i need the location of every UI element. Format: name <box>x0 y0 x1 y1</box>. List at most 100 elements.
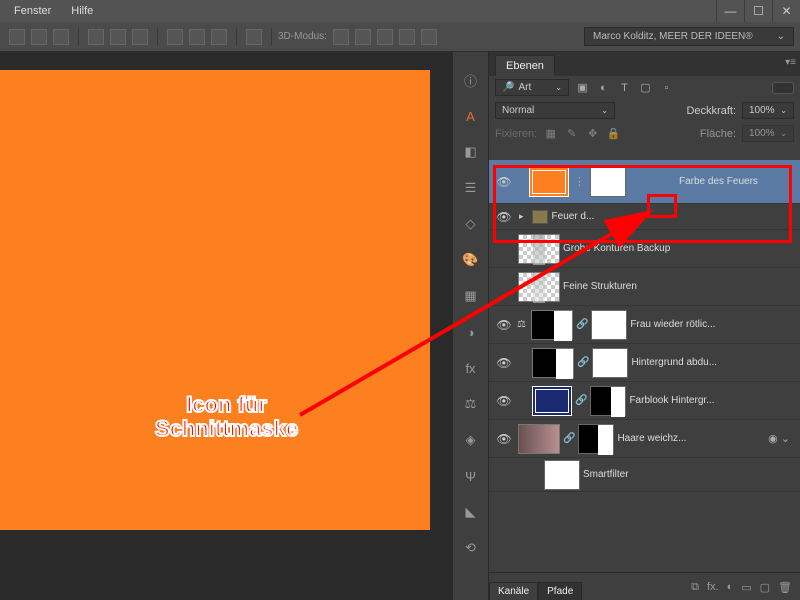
text-icon[interactable]: A <box>461 106 481 126</box>
align-icon[interactable] <box>9 29 25 45</box>
palette-icon[interactable]: 🎨 <box>461 250 481 270</box>
styles-icon[interactable]: fx <box>461 358 481 378</box>
layer-thumb[interactable] <box>518 424 560 454</box>
blend-mode-dropdown[interactable]: Normal⌄ <box>495 102 615 119</box>
workspace-label: Marco Kolditz, MEER DER IDEEN® <box>593 31 753 42</box>
minimize-button[interactable]: — <box>716 0 744 22</box>
filter-smart-icon[interactable]: ▫ <box>659 80 674 95</box>
opacity-input[interactable]: 100%⌄ <box>742 102 794 119</box>
fx-icon[interactable]: fx. <box>707 581 719 594</box>
char-icon[interactable]: Ψ <box>461 466 481 486</box>
mode3d-icon[interactable] <box>421 29 437 45</box>
link-icon[interactable]: ⧉ <box>691 581 699 594</box>
mode3d-label: 3D-Modus: <box>278 31 327 42</box>
chevron-down-icon[interactable]: ◉ ⌄ <box>768 432 790 445</box>
distribute-icon[interactable] <box>211 29 227 45</box>
layer-row[interactable]: 👁 🔗 Farblook Hintergr... <box>489 382 800 420</box>
layer-thumb[interactable] <box>532 348 574 378</box>
distribute-icon[interactable] <box>189 29 205 45</box>
smartfilter-thumb[interactable] <box>544 460 580 490</box>
tab-ebenen[interactable]: Ebenen <box>495 55 555 76</box>
distribute-icon[interactable] <box>167 29 183 45</box>
panel-footer: Kanäle Pfade ⧉ fx. ◐ ▭ ▢ 🗑 <box>489 572 800 600</box>
filter-toggle[interactable] <box>772 82 794 94</box>
history-icon[interactable]: ⟲ <box>461 538 481 558</box>
opacity-label: Deckkraft: <box>686 105 736 117</box>
layers-icon[interactable]: ◇ <box>461 214 481 234</box>
menu-hilfe[interactable]: Hilfe <box>61 2 103 20</box>
layer-row[interactable]: 👁 🔗 Haare weichz... ◉ ⌄ <box>489 420 800 458</box>
distribute-icon[interactable] <box>132 29 148 45</box>
annotation-text: Icon für Schnittmaske <box>155 393 298 441</box>
scales-icon[interactable]: ⚖ <box>461 394 481 414</box>
canvas-viewport[interactable] <box>0 52 452 600</box>
options-bar: 3D-Modus: Marco Kolditz, MEER DER IDEEN®… <box>0 22 800 52</box>
paths-icon[interactable]: ◣ <box>461 502 481 522</box>
filter-shape-icon[interactable]: ▢ <box>638 80 653 95</box>
distribute-icon[interactable] <box>110 29 126 45</box>
align-icon[interactable] <box>53 29 69 45</box>
distribute-icon[interactable] <box>88 29 104 45</box>
mode3d-icon[interactable] <box>355 29 371 45</box>
mask-thumb[interactable] <box>591 310 627 340</box>
lock-label: Fixieren: <box>495 128 537 140</box>
menu-fenster[interactable]: Fenster <box>4 2 61 20</box>
brushes-icon[interactable]: ☰ <box>461 178 481 198</box>
layer-thumb[interactable] <box>531 310 573 340</box>
new-group-icon[interactable]: ▭ <box>741 581 751 594</box>
mode3d-icon[interactable] <box>377 29 393 45</box>
layer-thumb[interactable] <box>532 386 572 416</box>
layer-row[interactable]: Feine Strukturen <box>489 268 800 306</box>
lock-paint-icon[interactable]: ✎ <box>564 126 579 141</box>
layer-name[interactable]: Frau wieder rötlic... <box>630 319 796 330</box>
layer-row[interactable]: 👁 🔗 Hintergrund abdu... <box>489 344 800 382</box>
layer-name[interactable]: Haare weichz... <box>617 433 762 444</box>
layer-row[interactable]: Smartfilter <box>489 458 800 492</box>
maximize-button[interactable]: ☐ <box>744 0 772 22</box>
mask-thumb[interactable] <box>590 386 626 416</box>
layers-panel: Ebenen ▾≡ 🔎Art⌄ ▣ ◐ T ▢ ▫ Normal⌄ Deckkr… <box>488 52 800 600</box>
mask-icon[interactable]: ◐ <box>727 581 734 594</box>
new-layer-icon[interactable]: ▢ <box>760 581 770 594</box>
visibility-icon[interactable]: 👁 <box>493 356 515 370</box>
info-icon[interactable]: ⓘ <box>461 70 481 90</box>
mask-thumb[interactable] <box>592 348 628 378</box>
layer-name[interactable]: Smartfilter <box>583 469 796 480</box>
lock-pixels-icon[interactable]: ▦ <box>543 126 558 141</box>
workspace-dropdown[interactable]: Marco Kolditz, MEER DER IDEEN®⌄ <box>584 27 794 46</box>
align-icon[interactable] <box>31 29 47 45</box>
close-button[interactable]: ✕ <box>772 0 800 22</box>
swatches-icon[interactable]: ◧ <box>461 142 481 162</box>
mode3d-icon[interactable] <box>333 29 349 45</box>
nav-icon[interactable]: ◈ <box>461 430 481 450</box>
canvas[interactable] <box>0 70 430 530</box>
lock-all-icon[interactable]: 🔒 <box>606 126 621 141</box>
filter-image-icon[interactable]: ▣ <box>575 80 590 95</box>
menubar: Fenster Hilfe <box>0 0 800 22</box>
layer-row[interactable]: 👁 ⚖ 🔗 Frau wieder rötlic... <box>489 306 800 344</box>
visibility-icon[interactable]: 👁 <box>493 394 515 408</box>
visibility-icon[interactable]: 👁 <box>493 432 515 446</box>
layer-name[interactable]: Hintergrund abdu... <box>631 357 796 368</box>
collapsed-panel-dock: ⓘ A ◧ ☰ ◇ 🎨 ▦ ◑ fx ⚖ ◈ Ψ ◣ ⟲ <box>452 52 488 600</box>
grid-icon[interactable]: ▦ <box>461 286 481 306</box>
tab-kanale[interactable]: Kanäle <box>489 582 538 600</box>
layer-name[interactable]: Grobe Konturen Backup <box>563 243 796 254</box>
align3d-icon[interactable] <box>246 29 262 45</box>
adjustments-icon[interactable]: ◑ <box>461 322 481 342</box>
visibility-icon[interactable]: 👁 <box>493 318 515 332</box>
lock-move-icon[interactable]: ✥ <box>585 126 600 141</box>
layer-thumb[interactable] <box>518 272 560 302</box>
mask-thumb[interactable] <box>578 424 614 454</box>
layer-name[interactable]: Feine Strukturen <box>563 281 796 292</box>
trash-icon[interactable]: 🗑 <box>778 581 792 594</box>
window-controls: — ☐ ✕ <box>716 0 800 22</box>
panel-menu-icon[interactable]: ▾≡ <box>785 57 796 68</box>
tab-pfade[interactable]: Pfade <box>538 582 582 600</box>
filter-type-dropdown[interactable]: 🔎Art⌄ <box>495 79 569 96</box>
filter-text-icon[interactable]: T <box>617 80 632 95</box>
filter-adjust-icon[interactable]: ◐ <box>596 80 611 95</box>
mode3d-icon[interactable] <box>399 29 415 45</box>
layer-name[interactable]: Farblook Hintergr... <box>629 395 796 406</box>
fill-input[interactable]: 100%⌄ <box>742 125 794 142</box>
